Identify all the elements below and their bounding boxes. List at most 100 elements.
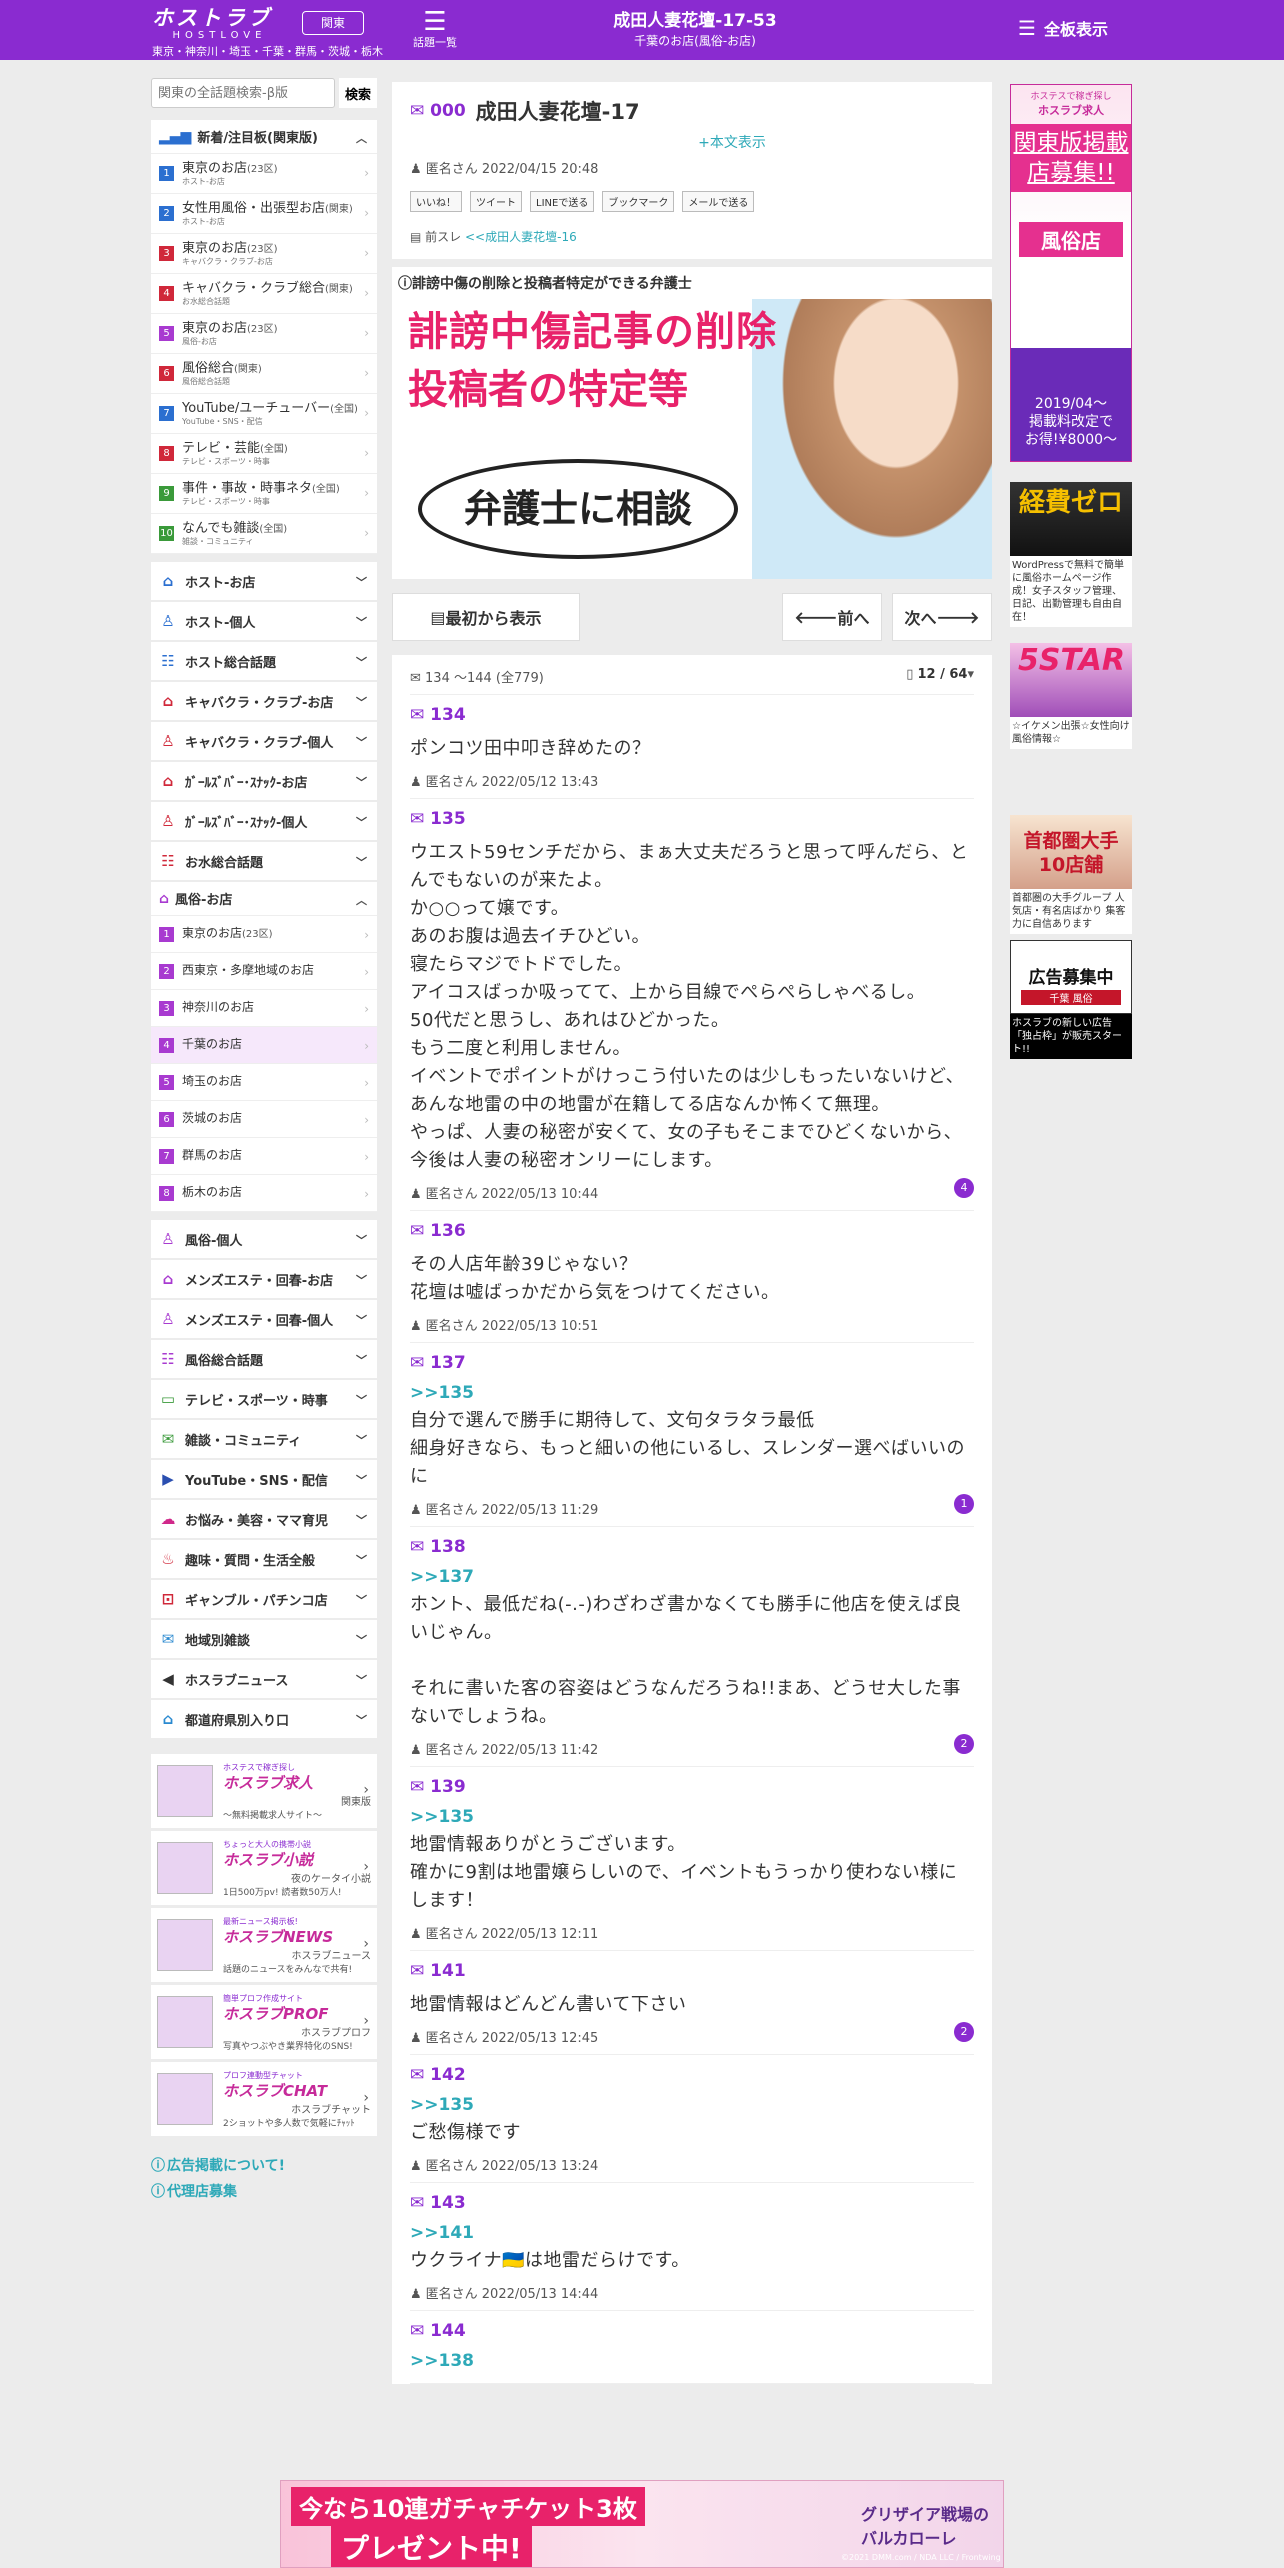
category-icon: ♙ — [161, 812, 175, 830]
featured-item[interactable]: 7 YouTube/ユーチューバー(全国) YouTube・SNS・配信 › — [151, 394, 377, 434]
reply-count-badge[interactable]: 2 — [954, 2022, 974, 2042]
category-item[interactable]: ☷ 風俗総合話題 ﹀ — [151, 1340, 377, 1378]
fuzoku-header[interactable]: ⌂ 風俗-お店 ︿ — [151, 882, 377, 916]
fuzoku-item[interactable]: 2 西東京・多摩地域のお店 › — [151, 953, 377, 990]
category-item[interactable]: ▶ YouTube・SNS・配信 ﹀ — [151, 1460, 377, 1498]
topics-list-button[interactable]: ☰ 話題一覧 — [405, 8, 465, 50]
category-item[interactable]: ⌂ ｶﾞｰﾙｽﾞﾊﾞｰ･ｽﾅｯｸ-お店 ﹀ — [151, 762, 377, 800]
lawyer-ad[interactable]: ⓘ誹謗中傷の削除と投稿者特定ができる弁護士 誹謗中傷記事の削除 投稿者の特定等 … — [392, 267, 992, 579]
ad-bubble: 弁護士に相談 — [418, 459, 738, 559]
fuzoku-item[interactable]: 3 神奈川のお店 › — [151, 990, 377, 1027]
share-button[interactable]: いいね！ — [410, 191, 462, 212]
category-item[interactable]: ▭ テレビ・スポーツ・時事 ﹀ — [151, 1380, 377, 1418]
promo-link[interactable]: ちょっと大人の携帯小説 ホスラブ小説 夜のケータイ小説 1日500万pv! 読者数50… — [151, 1831, 377, 1905]
fuzoku-item[interactable]: 4 千葉のお店 › — [151, 1027, 377, 1064]
major-stores-ad[interactable]: 首都圏大手 10店舗 首都圏の大手グループ 人気店・有名店ばかり 集客力に自信あ… — [1010, 815, 1132, 934]
reply-count-badge[interactable]: 4 — [954, 1178, 974, 1198]
post-number[interactable]: ✉ 135 — [410, 809, 974, 829]
info-link[interactable]: ⓘ 広告掲載について! — [151, 2153, 377, 2179]
page-title: 成田人妻花壇-17-53 — [613, 11, 777, 31]
post-number[interactable]: ✉ 136 — [410, 1221, 974, 1241]
info-link[interactable]: ⓘ 代理店募集 — [151, 2179, 377, 2205]
featured-item[interactable]: 3 東京のお店(23区) キャバクラ・クラブ-お店 › — [151, 234, 377, 274]
promo-link[interactable]: 簡単プロフ作成サイト ホスラブPROF ホスラブプロフ 写真やつぶやき業界特化のSNS… — [151, 1985, 377, 2059]
category-item[interactable]: ⊡ ギャンブル・パチンコ店 ﹀ — [151, 1580, 377, 1618]
post-number[interactable]: ✉ 143 — [410, 2193, 974, 2213]
prev-page-button[interactable]: 🡐 前へ — [782, 593, 882, 641]
post-body: ご愁傷様です — [410, 2122, 521, 2143]
featured-item[interactable]: 4 キャバクラ・クラブ総合(関東) お水総合話題 › — [151, 274, 377, 314]
region-button[interactable]: 関東 — [302, 11, 364, 35]
featured-item[interactable]: 10 なんでも雑談(全国) 雑談・コミュニティ › — [151, 514, 377, 554]
reply-count-badge[interactable]: 2 — [954, 1734, 974, 1754]
category-item[interactable]: ⌂ ホスト-お店 ﹀ — [151, 562, 377, 600]
reply-anchor-link[interactable]: >>135 — [410, 1383, 974, 1403]
category-item[interactable]: ♙ メンズエステ・回春-個人 ﹀ — [151, 1300, 377, 1338]
post-number[interactable]: ✉ 138 — [410, 1537, 974, 1557]
reply-anchor-link[interactable]: >>135 — [410, 2095, 974, 2115]
page-selector[interactable]: ▯ 12 / 64▾ — [906, 667, 974, 686]
fuzoku-item[interactable]: 7 群馬のお店 › — [151, 1138, 377, 1175]
featured-item[interactable]: 8 テレビ・芸能(全国) テレビ・スポーツ・時事 › — [151, 434, 377, 474]
promo-link[interactable]: 最新ニュース掲示板! ホスラブNEWS ホスラブニュース 話題のニュースをみんなで共有… — [151, 1908, 377, 1982]
post-number[interactable]: ✉ 141 — [410, 1961, 974, 1981]
category-item[interactable]: ☷ お水総合話題 ﹀ — [151, 842, 377, 880]
search-bar: 検索 — [151, 78, 377, 112]
show-from-start-button[interactable]: ▤ 最初から表示 — [392, 593, 580, 641]
category-item[interactable]: ◀ ホスラブニュース ﹀ — [151, 1660, 377, 1698]
featured-item[interactable]: 6 風俗総合(関東) 風俗総合話題 › — [151, 354, 377, 394]
show-body-link[interactable]: +本文表示 — [410, 132, 974, 152]
category-item[interactable]: ♙ キャバクラ・クラブ-個人 ﹀ — [151, 722, 377, 760]
share-button[interactable]: メールで送る — [682, 191, 755, 212]
category-item[interactable]: ⌂ キャバクラ・クラブ-お店 ﹀ — [151, 682, 377, 720]
ad-banner-image[interactable]: 誹謗中傷記事の削除 投稿者の特定等 弁護士に相談 — [392, 299, 992, 579]
category-item[interactable]: ✉ 雑談・コミュニティ ﹀ — [151, 1420, 377, 1458]
item-number: 2 — [159, 963, 174, 979]
promo-link[interactable]: ホステスで稼ぎ探し ホスラブ求人 関東版 〜無料掲載求人サイト〜 › — [151, 1754, 377, 1828]
fuzoku-item[interactable]: 5 埼玉のお店 › — [151, 1064, 377, 1101]
bottom-game-ad[interactable]: 今なら10連ガチャチケット3枚 プレゼント中! グリザイア戦場のバルカローレ ©… — [280, 2480, 1004, 2568]
next-page-button[interactable]: 次へ 🡒 — [892, 593, 992, 641]
post-number[interactable]: ✉ 139 — [410, 1777, 974, 1797]
category-item[interactable]: ☁ お悩み・美容・ママ育児 ﹀ — [151, 1500, 377, 1538]
reply-anchor-link[interactable]: >>137 — [410, 1567, 974, 1587]
category-item[interactable]: ⌂ メンズエステ・回春-お店 ﹀ — [151, 1260, 377, 1298]
all-boards-button[interactable]: ☰ 全板表示 — [1018, 16, 1108, 40]
comment-icon: ✉ — [410, 1777, 431, 1797]
search-button[interactable]: 検索 — [339, 78, 377, 108]
site-logo[interactable]: ホストラブ HOSTLOVE — [152, 8, 287, 42]
category-item[interactable]: ♙ ホスト-個人 ﹀ — [151, 602, 377, 640]
featured-item[interactable]: 5 東京のお店(23区) 風俗-お店 › — [151, 314, 377, 354]
reply-count-badge[interactable]: 1 — [954, 1494, 974, 1514]
category-item[interactable]: ☷ ホスト総合話題 ﹀ — [151, 642, 377, 680]
featured-item[interactable]: 9 事件・事故・時事ネタ(全国) テレビ・スポーツ・時事 › — [151, 474, 377, 514]
exclusive-ad[interactable]: 広告募集中 千葉 風俗 ホスラブの新しい広告「独占枠」が販売スタート!! — [1010, 940, 1132, 1059]
prev-thread-link[interactable]: <<成田人妻花壇-16 — [465, 230, 577, 244]
reply-anchor-link[interactable]: >>138 — [410, 2351, 974, 2371]
category-item[interactable]: ♨ 趣味・質問・生活全般 ﹀ — [151, 1540, 377, 1578]
featured-header[interactable]: ▂▄▆ 新着/注目板(関東版) ︿ — [151, 120, 377, 154]
share-button[interactable]: ツイート — [470, 191, 522, 212]
category-item[interactable]: ♙ ｶﾞｰﾙｽﾞﾊﾞｰ･ｽﾅｯｸ-個人 ﹀ — [151, 802, 377, 840]
fuzoku-item[interactable]: 6 茨城のお店 › — [151, 1101, 377, 1138]
zero-cost-ad[interactable]: 経費ゼロ WordPressで無料で簡単に風俗ホームページ作成！女子スタッフ管理… — [1010, 468, 1132, 627]
reply-anchor-link[interactable]: >>135 — [410, 1807, 974, 1827]
share-button[interactable]: ブックマーク — [602, 191, 675, 212]
recruit-ad[interactable]: ホステスで稼ぎ探し ホスラブ求人 関東版掲載店募集!! 風俗店 2019/04〜… — [1010, 84, 1132, 462]
featured-item[interactable]: 2 女性用風俗・出張型お店(関東) ホスト-お店 › — [151, 194, 377, 234]
search-input[interactable] — [151, 78, 335, 108]
featured-item[interactable]: 1 東京のお店(23区) ホスト-お店 › — [151, 154, 377, 194]
share-button[interactable]: LINEで送る — [530, 191, 595, 212]
category-item[interactable]: ⌂ 都道府県別入り口 ﹀ — [151, 1700, 377, 1738]
post-number[interactable]: ✉ 137 — [410, 1353, 974, 1373]
reply-anchor-link[interactable]: >>141 — [410, 2223, 974, 2243]
category-item[interactable]: ♙ 風俗-個人 ﹀ — [151, 1220, 377, 1258]
post-number[interactable]: ✉ 134 — [410, 705, 974, 725]
fuzoku-item[interactable]: 8 栃木のお店 › — [151, 1175, 377, 1212]
post-number[interactable]: ✉ 144 — [410, 2321, 974, 2341]
category-item[interactable]: ✉ 地域別雑談 ﹀ — [151, 1620, 377, 1658]
promo-link[interactable]: プロフ連動型チャット ホスラブCHAT ホスラブチャット 2ショットや多人数で気軽にﾁ… — [151, 2062, 377, 2136]
post-number[interactable]: ✉ 142 — [410, 2065, 974, 2085]
fuzoku-item[interactable]: 1 東京のお店(23区) › — [151, 916, 377, 953]
five-star-ad[interactable]: 5STAR ☆イケメン出張☆女性向け風俗情報☆ — [1010, 633, 1132, 749]
